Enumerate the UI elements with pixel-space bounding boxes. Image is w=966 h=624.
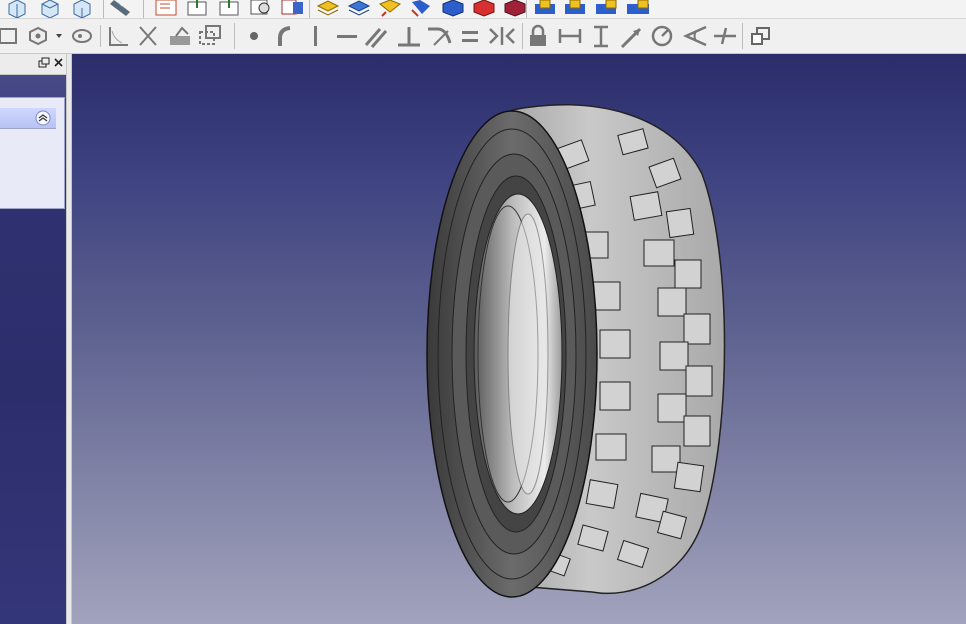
export-icon[interactable] (219, 0, 239, 16)
horizontal-distance-icon[interactable] (558, 29, 582, 43)
snell-icon[interactable] (714, 27, 736, 45)
layers-icon[interactable] (411, 0, 430, 17)
lock-block-icon[interactable] (535, 0, 555, 14)
collapse-icon[interactable] (0, 108, 56, 128)
view-cube-icon[interactable] (8, 0, 26, 18)
restore-icon[interactable] (38, 57, 50, 68)
panel-header (0, 54, 68, 75)
trim-icon[interactable] (139, 26, 157, 46)
measure-icon[interactable] (110, 0, 130, 16)
horizontal-icon[interactable] (337, 35, 357, 38)
3d-viewport[interactable] (72, 54, 966, 624)
lock-block-icon[interactable] (565, 0, 585, 14)
layers-icon[interactable] (347, 0, 371, 16)
point-icon[interactable] (250, 32, 258, 40)
block-icon[interactable] (442, 0, 464, 17)
fillet-icon[interactable] (109, 27, 128, 46)
lock-icon[interactable] (530, 24, 546, 46)
parallel-icon[interactable] (364, 28, 388, 48)
block-icon[interactable] (473, 0, 495, 17)
symmetric-icon[interactable] (489, 27, 515, 45)
lock-block-icon[interactable] (627, 0, 649, 14)
lock-block-icon[interactable] (596, 0, 617, 14)
extend-icon[interactable] (170, 26, 190, 45)
zoom-icon[interactable] (250, 0, 270, 15)
sketcher-toolbar-icons (0, 23, 770, 49)
polygon-icon[interactable] (29, 26, 47, 46)
new-document-icon[interactable] (155, 0, 177, 16)
angle-icon[interactable] (682, 25, 707, 47)
block-icon[interactable] (504, 0, 526, 17)
distance-icon[interactable] (620, 27, 642, 49)
task-panel-section-header[interactable] (0, 108, 56, 129)
vertical-distance-icon[interactable] (594, 25, 608, 48)
export-icon[interactable] (187, 0, 207, 16)
panel-header-buttons (38, 57, 63, 68)
view-cube-icon[interactable] (41, 0, 59, 18)
perpendicular-icon[interactable] (398, 27, 420, 47)
clone-icon[interactable] (751, 27, 770, 45)
view-cube-icon[interactable] (73, 0, 91, 18)
top-toolbar (0, 0, 966, 19)
dropdown-arrow-icon[interactable] (56, 34, 62, 38)
slot-icon[interactable] (72, 29, 92, 43)
sketcher-toolbar (0, 19, 966, 54)
arc-icon[interactable] (278, 26, 291, 46)
close-icon[interactable] (54, 58, 63, 67)
radius-icon[interactable] (651, 25, 673, 47)
vertical-icon[interactable] (314, 26, 317, 46)
rectangle-icon[interactable] (0, 28, 17, 44)
rim-inner (507, 213, 549, 495)
layers-icon[interactable] (316, 0, 340, 16)
tire-model[interactable] (72, 54, 966, 624)
part-icon[interactable] (281, 0, 303, 15)
tangent-icon[interactable] (428, 27, 452, 46)
layers-icon[interactable] (379, 0, 401, 17)
top-toolbar-icons (8, 0, 649, 18)
equal-icon[interactable] (462, 31, 478, 42)
external-geometry-icon[interactable] (199, 25, 221, 45)
